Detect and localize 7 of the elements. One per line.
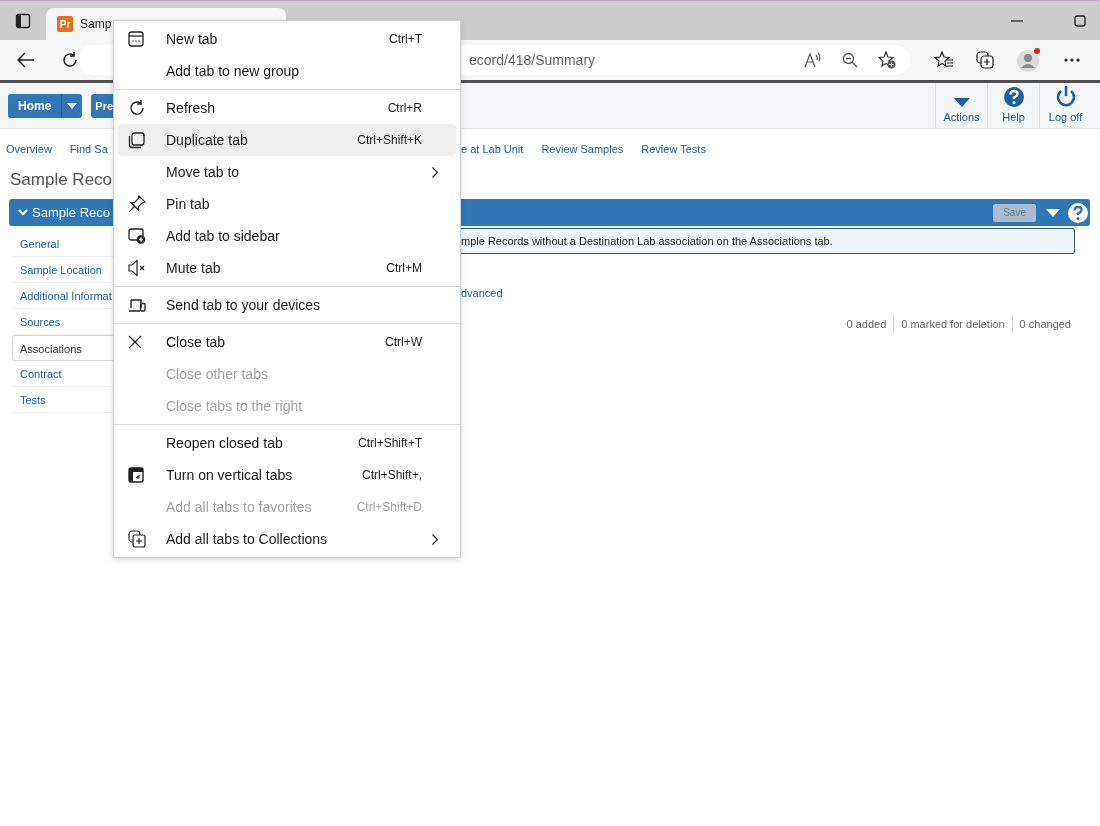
change-count: 0 marked for deletion — [893, 315, 1012, 333]
change-count: 0 added — [845, 317, 888, 332]
panel-title: Sample Reco — [32, 205, 111, 220]
site-favicon: Pr — [57, 16, 73, 32]
info-message: mple Records without a Destination Lab association on the Associations tab. — [461, 228, 1075, 254]
change-count: 0 changed — [1011, 315, 1071, 333]
page-title: Sample Reco — [9, 169, 113, 191]
